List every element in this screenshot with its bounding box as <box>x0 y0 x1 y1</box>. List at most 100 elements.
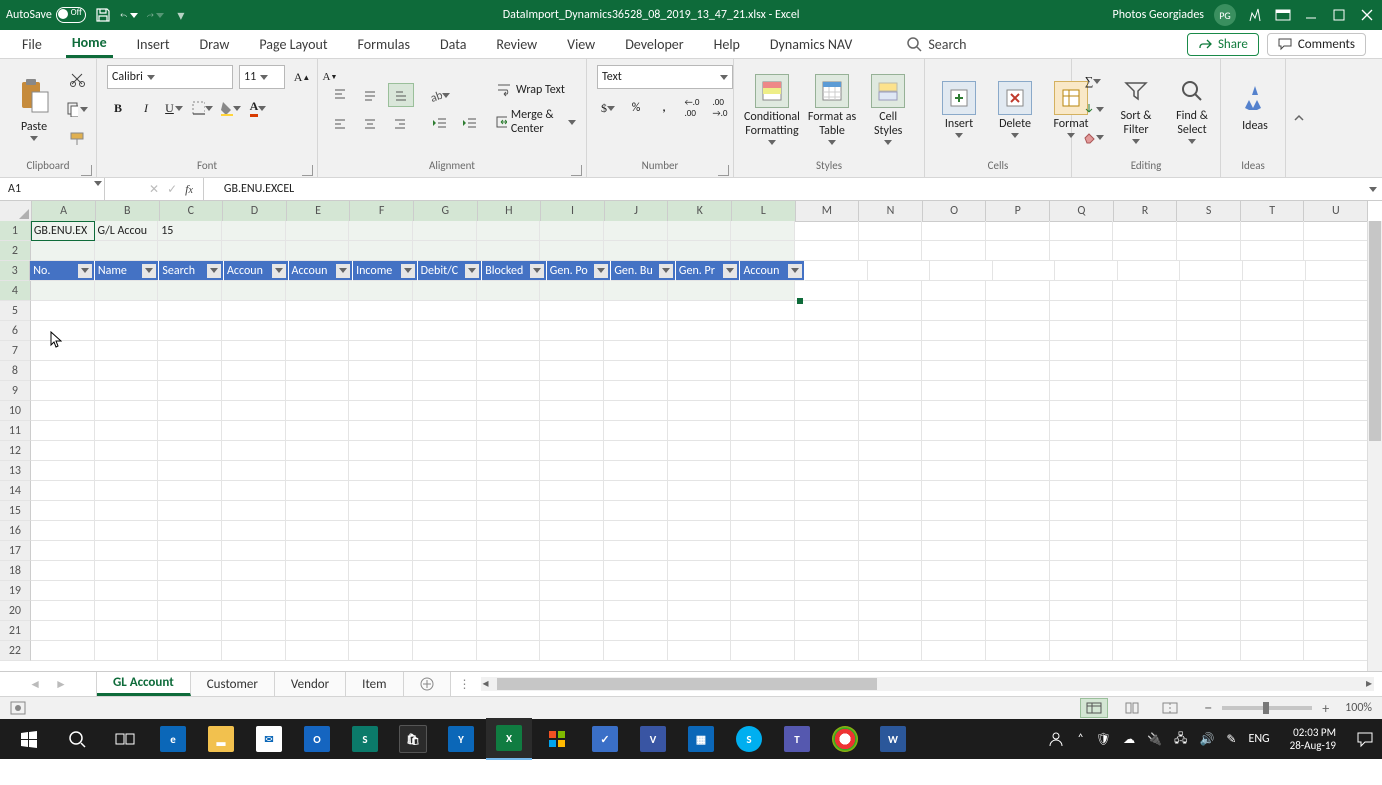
cell[interactable] <box>1177 541 1241 561</box>
cell[interactable] <box>795 401 859 421</box>
cell[interactable] <box>922 481 986 501</box>
cell[interactable] <box>477 621 541 641</box>
cell[interactable] <box>222 501 286 521</box>
cell[interactable] <box>540 321 604 341</box>
cell[interactable] <box>1304 521 1368 541</box>
table-header-cell[interactable]: No. <box>30 261 95 281</box>
tab-developer[interactable]: Developer <box>619 30 689 58</box>
cell[interactable] <box>1241 481 1305 501</box>
cell[interactable] <box>859 481 923 501</box>
cell[interactable] <box>540 401 604 421</box>
cell[interactable] <box>95 541 159 561</box>
align-center-button[interactable] <box>358 113 382 135</box>
cell[interactable] <box>1050 641 1114 661</box>
cell[interactable] <box>158 561 222 581</box>
cell[interactable] <box>1177 401 1241 421</box>
cell[interactable] <box>1304 641 1368 661</box>
cell[interactable] <box>413 361 477 381</box>
wrap-text-button[interactable]: Wrap Text <box>496 82 576 98</box>
cell[interactable] <box>795 301 859 321</box>
cell[interactable] <box>604 641 668 661</box>
table-header-cell[interactable]: Accoun <box>289 261 354 281</box>
filter-dropdown-icon[interactable] <box>659 264 673 278</box>
cell[interactable] <box>222 281 286 301</box>
cell[interactable] <box>413 321 477 341</box>
cell[interactable] <box>95 421 159 441</box>
cell[interactable] <box>668 481 732 501</box>
cell[interactable] <box>1177 421 1241 441</box>
cell[interactable] <box>1304 561 1368 581</box>
cell[interactable] <box>1177 621 1241 641</box>
save-icon[interactable] <box>94 6 112 24</box>
cell[interactable] <box>604 581 668 601</box>
cell[interactable] <box>986 541 1050 561</box>
conditional-formatting-button[interactable]: Conditional Formatting <box>744 74 800 145</box>
cell[interactable] <box>286 461 350 481</box>
cell[interactable] <box>31 361 95 381</box>
cell[interactable] <box>859 641 923 661</box>
cell[interactable] <box>1113 461 1177 481</box>
cell[interactable] <box>859 461 923 481</box>
cell[interactable] <box>222 561 286 581</box>
coming-soon-icon[interactable] <box>1246 6 1264 24</box>
align-bottom-button[interactable] <box>388 83 414 107</box>
cell[interactable] <box>1304 241 1368 261</box>
cell[interactable] <box>668 441 732 461</box>
cell[interactable] <box>1050 621 1114 641</box>
cut-button[interactable] <box>66 68 88 90</box>
increase-font-button[interactable]: A▲ <box>291 66 313 88</box>
cell[interactable] <box>349 221 413 241</box>
cell[interactable] <box>540 461 604 481</box>
cell[interactable] <box>1177 381 1241 401</box>
cell[interactable] <box>731 221 795 241</box>
cell[interactable]: G/L Accou <box>95 221 159 241</box>
cell[interactable] <box>1113 441 1177 461</box>
cell[interactable] <box>413 281 477 301</box>
cell[interactable] <box>986 481 1050 501</box>
cell[interactable] <box>668 281 732 301</box>
cell[interactable] <box>731 441 795 461</box>
cell[interactable] <box>31 281 95 301</box>
cell[interactable] <box>413 221 477 241</box>
cell[interactable] <box>540 221 604 241</box>
cell[interactable] <box>222 421 286 441</box>
cell[interactable] <box>795 581 859 601</box>
comma-format-button[interactable]: , <box>653 97 675 119</box>
taskbar-skype[interactable]: S <box>726 719 772 759</box>
cell[interactable] <box>922 301 986 321</box>
taskbar-search[interactable] <box>54 719 100 759</box>
row-header[interactable]: 11 <box>0 421 31 441</box>
cell[interactable] <box>922 501 986 521</box>
row-header[interactable]: 14 <box>0 481 31 501</box>
cell[interactable] <box>1050 581 1114 601</box>
cell[interactable] <box>795 461 859 481</box>
qat-customize[interactable]: ▾ <box>172 6 190 24</box>
cell[interactable] <box>986 561 1050 581</box>
cell[interactable] <box>668 421 732 441</box>
cell[interactable] <box>286 301 350 321</box>
cell[interactable] <box>604 601 668 621</box>
cell[interactable] <box>1304 481 1368 501</box>
table-header-cell[interactable]: Gen. Po <box>547 261 612 281</box>
cell[interactable] <box>286 581 350 601</box>
sheet-nav-prev[interactable]: ◄ <box>29 677 41 692</box>
cell[interactable] <box>31 241 95 261</box>
cell[interactable] <box>668 381 732 401</box>
taskbar-mail[interactable]: ✉ <box>246 719 292 759</box>
align-left-button[interactable] <box>328 113 352 135</box>
font-name-dropdown[interactable]: Calibri <box>107 65 233 89</box>
select-all-button[interactable] <box>0 201 32 221</box>
cell[interactable] <box>95 241 159 261</box>
cell[interactable] <box>1118 261 1181 281</box>
cell[interactable] <box>1050 301 1114 321</box>
cell[interactable] <box>604 381 668 401</box>
zoom-in-button[interactable]: + <box>1322 700 1329 717</box>
cell[interactable] <box>95 301 159 321</box>
cell[interactable] <box>922 581 986 601</box>
record-macro-icon[interactable] <box>10 701 26 715</box>
cell[interactable] <box>1177 641 1241 661</box>
cell[interactable] <box>1304 601 1368 621</box>
tab-insert[interactable]: Insert <box>131 30 176 58</box>
taskbar-visio[interactable]: V <box>630 719 676 759</box>
cell[interactable] <box>1304 381 1368 401</box>
